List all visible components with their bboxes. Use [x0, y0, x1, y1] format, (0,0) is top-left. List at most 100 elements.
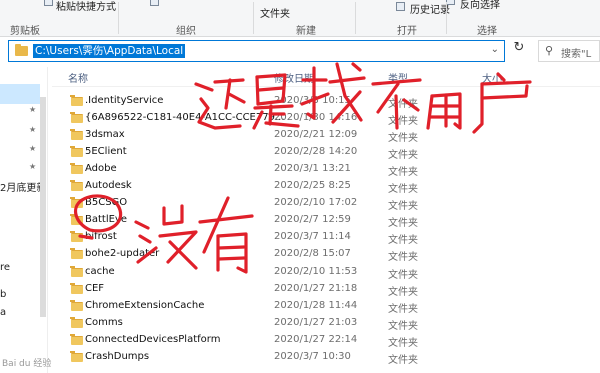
file-type: 文件夹: [388, 269, 418, 281]
file-name[interactable]: Comms: [85, 317, 123, 328]
file-row[interactable]: Comms 2020/1/27 21:03 文件夹: [66, 315, 586, 332]
file-type: 文件夹: [388, 150, 418, 162]
file-type: 文件夹: [388, 354, 418, 366]
paste-shortcut-button[interactable]: 粘贴快捷方式: [56, 0, 116, 13]
file-type: 文件夹: [388, 218, 418, 230]
file-row[interactable]: B5CSGO 2020/2/10 17:02 文件夹: [66, 195, 586, 212]
group-new: 新建: [296, 26, 316, 37]
file-name[interactable]: bifrost: [85, 231, 117, 242]
column-date[interactable]: 修改日期: [274, 70, 314, 85]
file-name[interactable]: CrashDumps: [85, 351, 149, 362]
file-name[interactable]: 3dsmax: [85, 129, 125, 140]
file-type: 文件夹: [388, 235, 418, 247]
file-date: 2020/2/7 12:59: [274, 214, 351, 226]
file-name[interactable]: bohe2-updater: [85, 248, 159, 259]
search-input[interactable]: ⚲ 搜索"L: [538, 40, 600, 62]
chevron-down-icon[interactable]: ⌄: [491, 44, 499, 55]
file-date: 2020/2/8 15:07: [274, 248, 351, 260]
column-type[interactable]: 类型: [388, 70, 408, 85]
group-open: 打开: [397, 26, 417, 37]
folder-icon: [70, 197, 83, 209]
file-date: 2020/2/28 14:20: [274, 146, 358, 158]
file-row[interactable]: Autodesk 2020/2/25 8:25 文件夹: [66, 178, 586, 195]
file-name[interactable]: BattlEye: [85, 214, 127, 225]
nav-item[interactable]: re: [0, 262, 10, 273]
file-name[interactable]: cache: [85, 266, 115, 277]
navigation-pane: ★ ★ ★ ★ 2月底更新 re b a: [0, 67, 48, 373]
file-type: 文件夹: [388, 133, 418, 145]
folder-icon: [70, 180, 83, 192]
file-type: 文件夹: [388, 167, 418, 179]
file-name[interactable]: CEF: [85, 283, 104, 294]
invert-selection-button[interactable]: 反向选择: [460, 0, 500, 11]
file-type: 文件夹: [388, 99, 418, 110]
address-bar[interactable]: C:\Users\霁伤\AppData\Local ⌄: [8, 40, 505, 62]
column-size[interactable]: 大小: [482, 70, 502, 85]
file-row[interactable]: BattlEye 2020/2/7 12:59 文件夹: [66, 212, 586, 229]
file-row[interactable]: ChromeExtensionCache 2020/1/28 11:44 文件夹: [66, 298, 586, 315]
history-button[interactable]: 历史记录: [410, 1, 450, 16]
file-list: 名称 修改日期 类型 大小 .IdentityService 2020/3/3 1…: [52, 67, 600, 373]
column-name[interactable]: 名称: [68, 70, 88, 85]
file-row[interactable]: ConnectedDevicesPlatform 2020/1/27 22:14 文…: [66, 332, 586, 349]
file-name[interactable]: .IdentityService: [85, 95, 163, 106]
move-to-icon: [150, 0, 159, 6]
folder-icon: [70, 299, 83, 311]
folder-icon: [70, 248, 83, 260]
file-row[interactable]: bifrost 2020/3/7 11:14 文件夹: [66, 229, 586, 246]
folder-icon: [70, 282, 83, 294]
nav-selected-item[interactable]: [0, 84, 40, 104]
watermark: Bai du 经验: [2, 359, 52, 369]
new-folder-button[interactable]: 文件夹: [260, 5, 290, 20]
ribbon-divider: [446, 2, 447, 34]
folder-icon: [70, 316, 83, 328]
folder-icon: [70, 350, 83, 362]
folder-icon: [15, 44, 28, 56]
file-type: 文件夹: [388, 184, 418, 196]
file-name[interactable]: 5EClient: [85, 146, 127, 157]
address-path[interactable]: C:\Users\霁伤\AppData\Local: [33, 44, 186, 58]
file-row[interactable]: {6A896522-C181-40E4-A1CC-CCE779... 2020/1…: [66, 110, 586, 127]
file-name[interactable]: Autodesk: [85, 180, 132, 191]
file-row[interactable]: CEF 2020/1/27 21:18 文件夹: [66, 281, 586, 298]
file-date: 2020/3/3 10:15: [274, 95, 351, 106]
folder-icon: [70, 146, 83, 158]
refresh-icon[interactable]: ↻: [511, 40, 527, 56]
file-row[interactable]: 5EClient 2020/2/28 14:20 文件夹: [66, 144, 586, 161]
folder-icon: [70, 265, 83, 277]
file-name[interactable]: {6A896522-C181-40E4-A1CC-CCE779...: [85, 112, 285, 123]
file-date: 2020/1/27 22:14: [274, 333, 358, 345]
folder-icon: [70, 163, 83, 175]
file-date: 2020/3/7 10:30: [274, 350, 351, 362]
file-row[interactable]: 3dsmax 2020/2/21 12:09 文件夹: [66, 127, 586, 144]
folder-icon: [70, 214, 83, 226]
address-row: C:\Users\霁伤\AppData\Local ⌄: [0, 37, 600, 67]
file-date: 2020/2/10 11:53: [274, 265, 358, 277]
folder-icon: [70, 112, 83, 124]
nav-item[interactable]: a: [0, 307, 6, 318]
file-row[interactable]: cache 2020/2/10 11:53 文件夹: [66, 264, 586, 281]
pin-icon: ★: [29, 162, 37, 171]
pin-icon: ★: [29, 125, 37, 134]
file-date: 2020/1/28 11:44: [274, 299, 358, 311]
file-type: 文件夹: [388, 116, 418, 128]
nav-scrollbar[interactable]: [40, 97, 46, 317]
file-row[interactable]: .IdentityService 2020/3/3 10:15 文件夹: [66, 93, 586, 110]
file-name[interactable]: B5CSGO: [85, 197, 127, 208]
invert-selection-icon: [446, 0, 455, 5]
history-icon: [396, 2, 405, 11]
ribbon-divider: [253, 2, 254, 34]
file-name[interactable]: ConnectedDevicesPlatform: [85, 334, 220, 345]
file-row[interactable]: bohe2-updater 2020/2/8 15:07 文件夹: [66, 246, 586, 263]
ribbon-divider: [355, 2, 356, 34]
file-name[interactable]: ChromeExtensionCache: [85, 300, 204, 311]
file-date: 2020/3/7 11:14: [274, 231, 351, 243]
file-type: 文件夹: [388, 303, 418, 315]
file-date: 2020/2/25 8:25: [274, 180, 351, 192]
nav-item[interactable]: b: [0, 289, 6, 300]
group-clipboard: 剪贴板: [10, 26, 40, 37]
file-row[interactable]: Adobe 2020/3/1 13:21 文件夹: [66, 161, 586, 178]
file-row[interactable]: CrashDumps 2020/3/7 10:30 文件夹: [66, 349, 586, 366]
file-name[interactable]: Adobe: [85, 163, 117, 174]
file-date: 2020/1/27 21:18: [274, 282, 358, 294]
